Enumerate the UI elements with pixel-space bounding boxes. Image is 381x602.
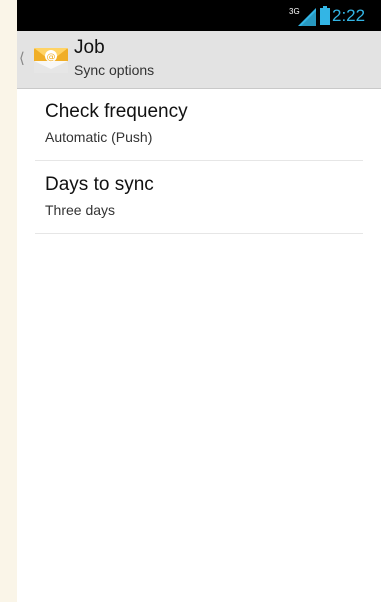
pref-summary: Three days: [45, 202, 116, 218]
settings-screen: 3G 2:22 ⟨ @ Job Sync options Check frequ…: [17, 0, 381, 602]
page-title: Job: [74, 37, 105, 58]
up-button[interactable]: ⟨ @: [17, 31, 75, 88]
pref-title: Check frequency: [45, 101, 188, 122]
status-time: 2:22: [332, 6, 366, 25]
network-type-label: 3G: [289, 7, 300, 16]
pref-days-to-sync[interactable]: Days to sync Three days: [35, 161, 363, 234]
battery-icon: [320, 6, 330, 25]
pref-check-frequency[interactable]: Check frequency Automatic (Push): [35, 88, 363, 161]
status-bar: 3G 2:22: [17, 0, 381, 31]
pref-title: Days to sync: [45, 174, 154, 195]
page-subtitle: Sync options: [74, 62, 155, 78]
pref-summary: Automatic (Push): [45, 129, 153, 145]
svg-text:@: @: [47, 53, 56, 63]
chevron-left-icon: ⟨: [19, 50, 25, 67]
action-bar: ⟨ @ Job Sync options: [17, 31, 381, 89]
signal-icon: 3G: [289, 7, 316, 26]
email-app-icon: @: [34, 48, 68, 73]
preference-list: Check frequency Automatic (Push) Days to…: [35, 88, 363, 234]
